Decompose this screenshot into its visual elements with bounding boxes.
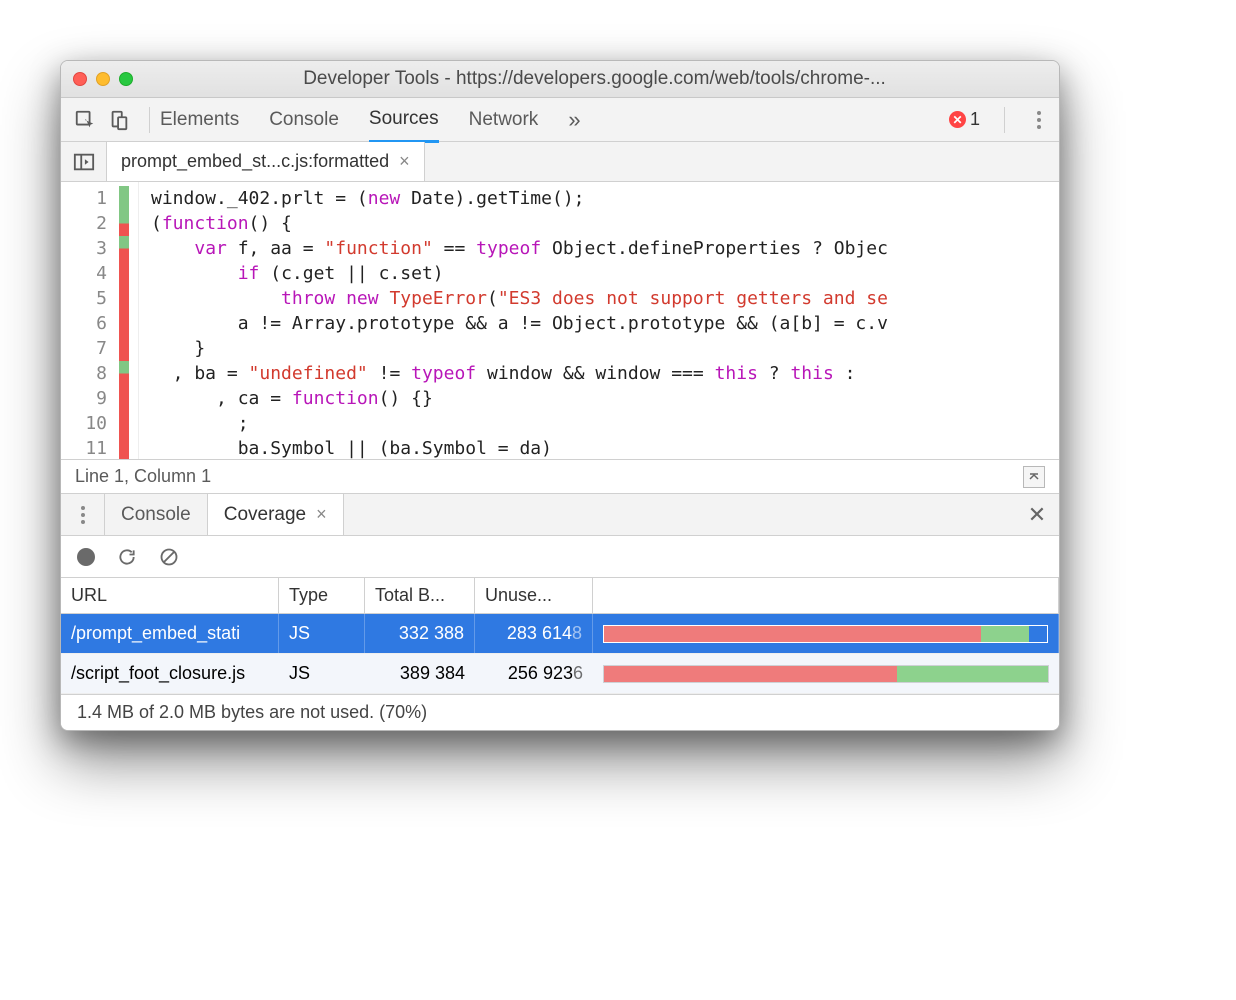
coverage-mark	[119, 361, 129, 386]
drawer-menu-icon[interactable]	[61, 494, 105, 535]
close-drawer-tab-icon[interactable]: ×	[316, 504, 327, 525]
code-line[interactable]: , ba = "undefined" != typeof window && w…	[151, 361, 1049, 386]
close-tab-icon[interactable]: ×	[399, 151, 410, 172]
expand-sidebar-icon[interactable]	[1023, 466, 1045, 488]
main-toolbar: Elements Console Sources Network » ✕ 1	[61, 98, 1059, 142]
line-number: 11	[61, 436, 107, 460]
row-total: 389 384	[365, 654, 475, 693]
code-line[interactable]: window._402.prlt = (new Date).getTime();	[151, 186, 1049, 211]
coverage-mark	[119, 436, 129, 460]
minimize-window-button[interactable]	[96, 72, 110, 86]
inspect-element-icon[interactable]	[71, 106, 99, 134]
row-total: 332 388	[365, 614, 475, 653]
file-tabbar: prompt_embed_st...c.js:formatted ×	[61, 142, 1059, 182]
col-total[interactable]: Total B...	[365, 578, 475, 613]
window-title: Developer Tools - https://developers.goo…	[142, 68, 1047, 90]
error-icon: ✕	[949, 111, 966, 128]
coverage-mark	[119, 411, 129, 436]
line-number: 2	[61, 211, 107, 236]
coverage-mark	[119, 186, 129, 211]
line-number: 6	[61, 311, 107, 336]
file-tab[interactable]: prompt_embed_st...c.js:formatted ×	[107, 142, 425, 181]
code-line[interactable]: }	[151, 336, 1049, 361]
line-number: 9	[61, 386, 107, 411]
code-line[interactable]: if (c.get || c.set)	[151, 261, 1049, 286]
col-unused[interactable]: Unuse...	[475, 578, 593, 613]
main-tabs: Elements Console Sources Network »	[160, 97, 949, 143]
clear-icon[interactable]	[159, 547, 179, 567]
col-visualization[interactable]	[593, 578, 1059, 613]
toolbar-right: ✕ 1	[949, 107, 1049, 133]
coverage-mark	[119, 286, 129, 311]
line-number: 8	[61, 361, 107, 386]
line-number: 7	[61, 336, 107, 361]
coverage-mark	[119, 211, 129, 236]
file-tab-label: prompt_embed_st...c.js:formatted	[121, 151, 389, 172]
row-type: JS	[279, 614, 365, 653]
close-drawer-icon[interactable]: ✕	[1015, 494, 1059, 535]
drawer-tab-console[interactable]: Console	[105, 494, 208, 535]
record-icon[interactable]	[77, 548, 95, 566]
row-unused: 256 923 6	[475, 654, 593, 693]
tabs-overflow[interactable]: »	[568, 97, 580, 143]
reload-icon[interactable]	[117, 547, 137, 567]
coverage-summary: 1.4 MB of 2.0 MB bytes are not used. (70…	[61, 694, 1059, 730]
editor-status: Line 1, Column 1	[61, 460, 1059, 494]
devtools-window: Developer Tools - https://developers.goo…	[60, 60, 1060, 731]
close-window-button[interactable]	[73, 72, 87, 86]
col-type[interactable]: Type	[279, 578, 365, 613]
coverage-row[interactable]: /prompt_embed_statiJS332 388283 614 8	[61, 614, 1059, 654]
coverage-gutter	[119, 182, 133, 459]
coverage-mark	[119, 386, 129, 411]
divider	[1004, 107, 1005, 133]
coverage-table: URL Type Total B... Unuse... /prompt_emb…	[61, 578, 1059, 694]
row-url: /script_foot_closure.js	[61, 654, 279, 693]
drawer-tabbar: Console Coverage × ✕	[61, 494, 1059, 536]
coverage-mark	[119, 336, 129, 361]
row-url: /prompt_embed_stati	[61, 614, 279, 653]
coverage-mark	[119, 261, 129, 286]
zoom-window-button[interactable]	[119, 72, 133, 86]
coverage-mark	[119, 311, 129, 336]
drawer-tab-coverage[interactable]: Coverage ×	[208, 494, 344, 535]
device-toolbar-icon[interactable]	[105, 106, 133, 134]
coverage-row[interactable]: /script_foot_closure.jsJS389 384256 923 …	[61, 654, 1059, 694]
code-line[interactable]: (function() {	[151, 211, 1049, 236]
line-number: 3	[61, 236, 107, 261]
cursor-position: Line 1, Column 1	[75, 466, 211, 487]
row-unused: 283 614 8	[475, 614, 593, 653]
code-line[interactable]: , ca = function() {}	[151, 386, 1049, 411]
divider	[149, 107, 150, 133]
gutter: 1234567891011	[61, 182, 139, 459]
coverage-mark	[119, 236, 129, 261]
row-bar	[593, 654, 1059, 693]
row-type: JS	[279, 654, 365, 693]
tab-sources[interactable]: Sources	[369, 98, 439, 143]
titlebar: Developer Tools - https://developers.goo…	[61, 61, 1059, 98]
line-number: 4	[61, 261, 107, 286]
code-line[interactable]: ba.Symbol || (ba.Symbol = da)	[151, 436, 1049, 459]
line-number: 10	[61, 411, 107, 436]
code-line[interactable]: throw new TypeError("ES3 does not suppor…	[151, 286, 1049, 311]
error-count: 1	[970, 109, 980, 130]
code-line[interactable]: var f, aa = "function" == typeof Object.…	[151, 236, 1049, 261]
navigator-toggle-icon[interactable]	[61, 142, 107, 181]
tab-console[interactable]: Console	[269, 99, 339, 141]
coverage-header: URL Type Total B... Unuse...	[61, 578, 1059, 614]
error-badge[interactable]: ✕ 1	[949, 109, 980, 130]
line-numbers: 1234567891011	[61, 182, 113, 459]
code-content[interactable]: window._402.prlt = (new Date).getTime();…	[139, 182, 1059, 459]
code-editor[interactable]: 1234567891011 window._402.prlt = (new Da…	[61, 182, 1059, 460]
line-number: 5	[61, 286, 107, 311]
code-line[interactable]: ;	[151, 411, 1049, 436]
settings-menu-icon[interactable]	[1029, 111, 1049, 129]
tab-network[interactable]: Network	[469, 99, 539, 141]
code-line[interactable]: a != Array.prototype && a != Object.prot…	[151, 311, 1049, 336]
row-bar	[593, 614, 1059, 653]
coverage-toolbar	[61, 536, 1059, 578]
col-url[interactable]: URL	[61, 578, 279, 613]
traffic-lights	[73, 72, 133, 86]
tab-elements[interactable]: Elements	[160, 99, 239, 141]
line-number: 1	[61, 186, 107, 211]
